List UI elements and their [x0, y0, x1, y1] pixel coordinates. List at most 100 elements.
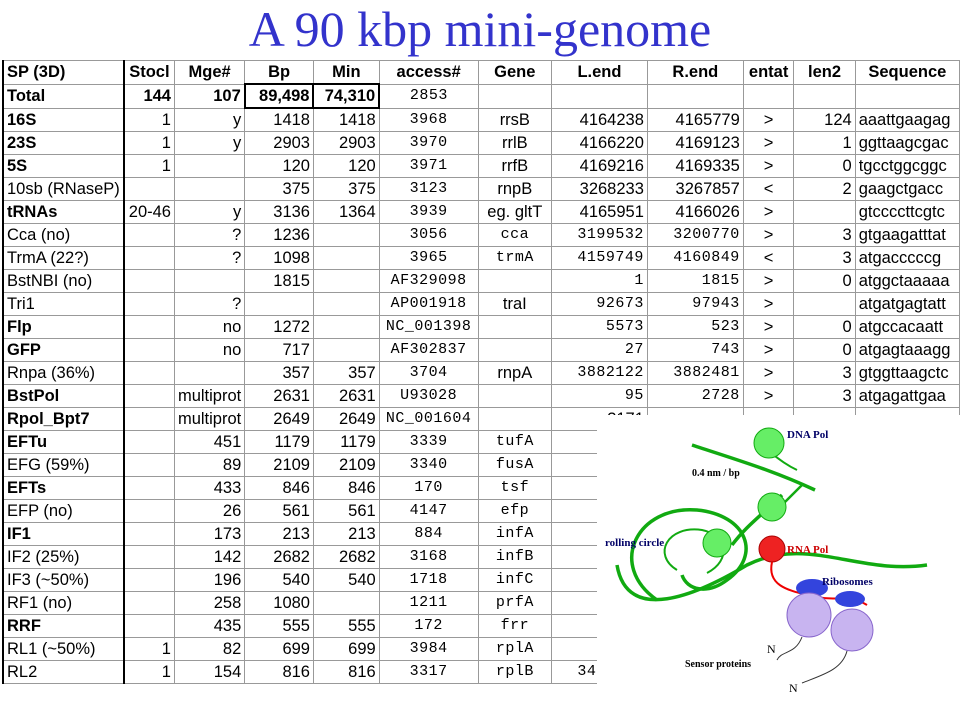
cell-gene: [477, 83, 553, 109]
cell-bp: 357: [244, 361, 314, 385]
cell-lend: 3882122: [551, 361, 648, 385]
n-label-2: N: [789, 681, 798, 695]
table-row: tRNAs 20-46 y 3136 1364 3939 eg. gltT 4165951 41…: [2, 200, 960, 224]
cell-bp: 2649: [244, 407, 314, 431]
cell-ori: >: [742, 292, 795, 316]
cell-gene: eg. gltT: [477, 200, 553, 224]
table-row: BstPol multiprot 2631 2631 U93028 95 2728 >3 atg…: [2, 384, 960, 408]
table-row: Total 144 107 89,498 74,310 2853: [2, 83, 960, 109]
cell-name: Rpol_Bpt7: [2, 407, 125, 431]
cell-gene: rnpB: [477, 177, 553, 201]
cell-stock: 144: [123, 83, 175, 109]
cell-gene: rplA: [477, 637, 553, 661]
cell-bp: 717: [244, 338, 314, 362]
dna-pol-label: DNA Pol: [787, 429, 828, 441]
cell-rend: 4169335: [646, 154, 744, 178]
cell-lend: 4165951: [551, 200, 648, 224]
cell-bp: 2903: [244, 131, 314, 155]
cell-gene: traI: [477, 292, 553, 316]
cell-ori: >: [742, 384, 795, 408]
cell-lend: 4164238: [551, 107, 648, 132]
cell-lend: [551, 83, 648, 109]
column-header: Min: [312, 60, 380, 85]
cell-acc: AF329098: [378, 269, 479, 293]
replication-transcription-diagram: DNA Pol 0.4 nm / bp rolling circle RNA P…: [597, 415, 960, 720]
cell-mge: no: [173, 338, 246, 362]
cell-mge: [173, 154, 246, 178]
cell-gene: rnpA: [477, 361, 553, 385]
cell-mge: [173, 177, 246, 201]
cell-acc: 3339: [378, 430, 479, 454]
table-row: 10sb (RNaseP) 375 375 3123 rnpB 3268233 326785…: [2, 177, 960, 201]
table-header-row: SP (3D) Stocl Mge# Bp Min access# Gene L.end R.e…: [2, 60, 960, 85]
cell-len2: 1: [793, 131, 856, 155]
cell-seq: ggttaagcgac: [854, 131, 960, 155]
cell-gene: trmA: [477, 246, 553, 270]
cell-bp: 2631: [244, 384, 314, 408]
cell-gene: tufA: [477, 430, 553, 454]
cell-len2: 3: [793, 384, 856, 408]
cell-ori: [742, 83, 795, 109]
cell-mge: [173, 269, 246, 293]
cell-len2: [793, 200, 856, 224]
cell-acc: 3704: [378, 361, 479, 385]
cell-bp: 1272: [244, 315, 314, 339]
cell-min: 816: [312, 660, 380, 684]
cell-name: 16S: [2, 107, 125, 132]
cell-bp: 213: [244, 522, 314, 546]
cell-min: 2631: [312, 384, 380, 408]
n-label-1: N: [767, 642, 776, 656]
cell-min: 846: [312, 476, 380, 500]
cell-stock: [123, 223, 175, 247]
cell-mge: multiprot: [173, 384, 246, 408]
cell-lend: 3199532: [551, 223, 648, 247]
cell-seq: gtccccttcgtc: [854, 200, 960, 224]
cell-gene: rrlB: [477, 131, 553, 155]
cell-mge: y: [173, 131, 246, 155]
cell-bp: 2109: [244, 453, 314, 477]
cell-bp: 555: [244, 614, 314, 638]
cell-ori: >: [742, 223, 795, 247]
cell-bp: 1418: [244, 107, 314, 132]
cell-min: [312, 292, 380, 316]
cell-name: BstPol: [2, 384, 125, 408]
cell-gene: rrsB: [477, 107, 553, 132]
cell-stock: [123, 476, 175, 500]
cell-name: IF1: [2, 522, 125, 546]
cell-mge: y: [173, 200, 246, 224]
cell-bp: 540: [244, 568, 314, 592]
cell-mge: 173: [173, 522, 246, 546]
cell-mge: y: [173, 107, 246, 132]
cell-mge: 142: [173, 545, 246, 569]
cell-gene: [477, 269, 553, 293]
cell-len2: 0: [793, 154, 856, 178]
cell-stock: [123, 246, 175, 270]
cell-acc: 172: [378, 614, 479, 638]
cell-len2: 2: [793, 177, 856, 201]
cell-acc: 3970: [378, 131, 479, 155]
cell-acc: 3340: [378, 453, 479, 477]
cell-min: 699: [312, 637, 380, 661]
cell-mge: no: [173, 315, 246, 339]
cell-gene: tsf: [477, 476, 553, 500]
table-row: BstNBI (no) 1815 AF329098 1 1815 >0 atggctaaaa…: [2, 269, 960, 293]
cell-stock: [123, 338, 175, 362]
cell-rend: 743: [646, 338, 744, 362]
cell-name: Rnpa (36%): [2, 361, 125, 385]
table-row: Tri1? AP001918 traI 92673 97943 > atgatgagtatt: [2, 292, 960, 316]
cell-bp: 1236: [244, 223, 314, 247]
cell-bp: 120: [244, 154, 314, 178]
cell-stock: [123, 591, 175, 615]
cell-mge: 107: [173, 83, 246, 109]
cell-name: RRF: [2, 614, 125, 638]
cell-gene: rplB: [477, 660, 553, 684]
cell-acc: 170: [378, 476, 479, 500]
cell-seq: atgagtaaagg: [854, 338, 960, 362]
cell-min: 561: [312, 499, 380, 523]
cell-mge: 433: [173, 476, 246, 500]
cell-acc: 3123: [378, 177, 479, 201]
cell-len2: 3: [793, 361, 856, 385]
cell-bp: 375: [244, 177, 314, 201]
cell-min: 540: [312, 568, 380, 592]
cell-stock: [123, 522, 175, 546]
